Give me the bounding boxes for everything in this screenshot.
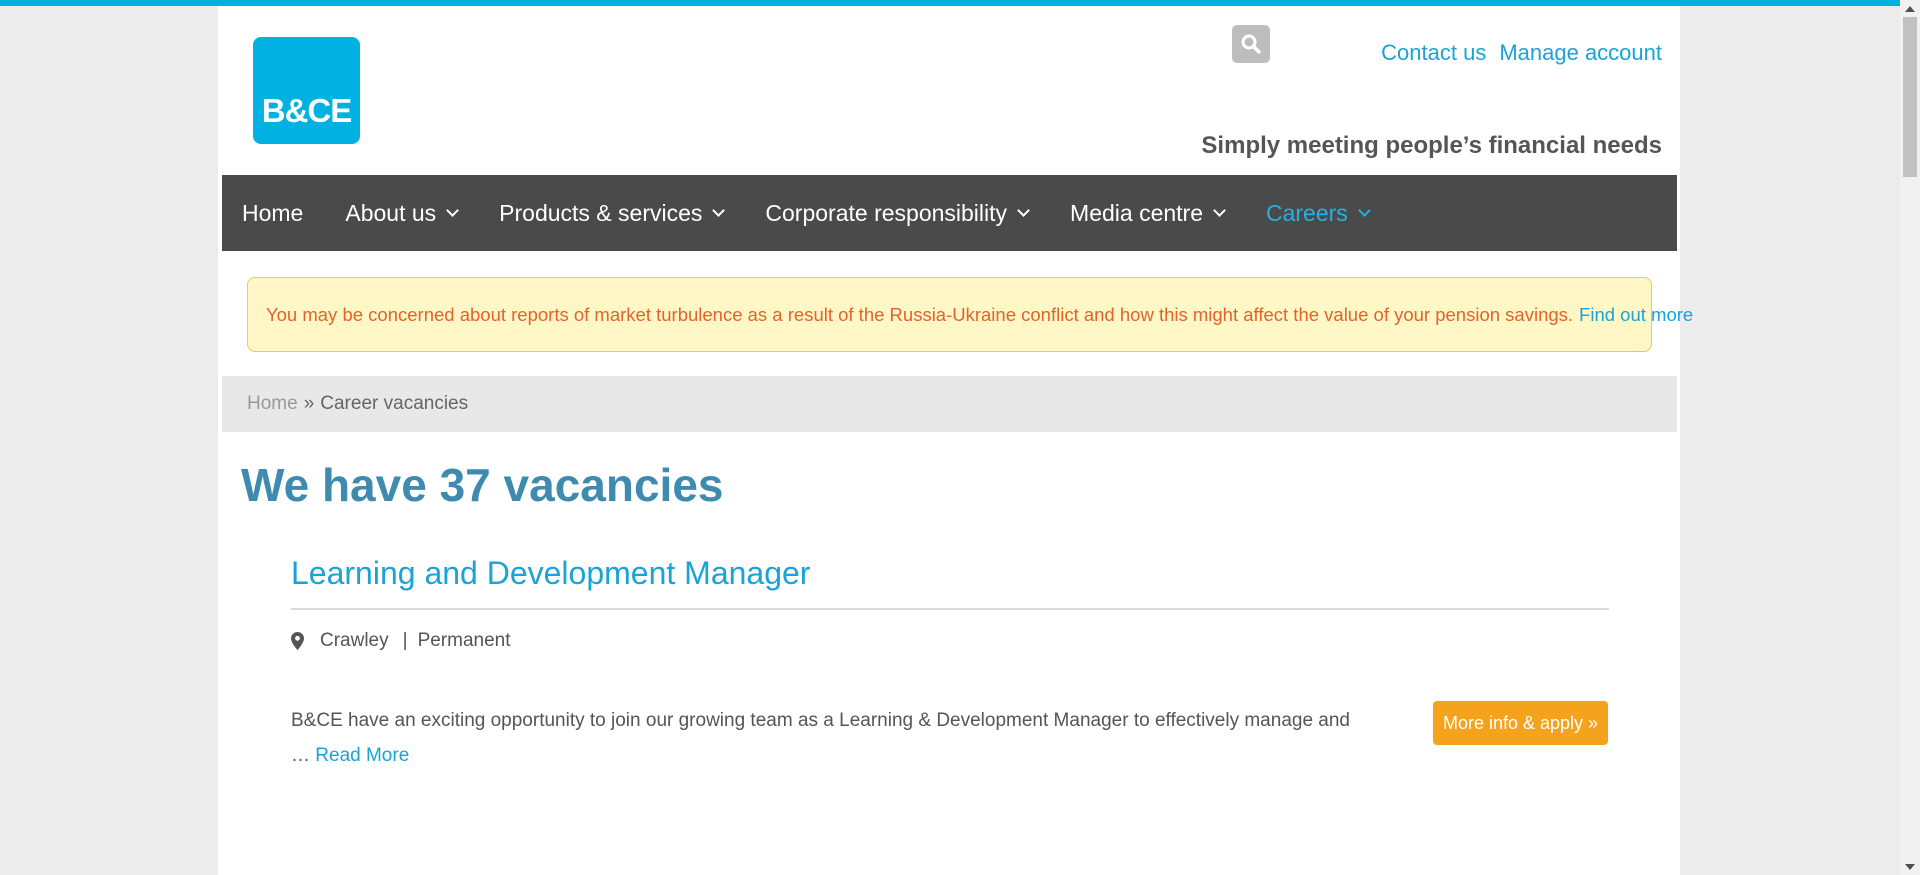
vertical-scrollbar[interactable] xyxy=(1900,0,1920,875)
chevron-down-icon xyxy=(1357,204,1371,217)
vacancy-description-text: B&CE have an exciting opportunity to joi… xyxy=(291,710,1350,731)
bce-logo[interactable]: B&CE xyxy=(253,37,360,144)
scroll-down-arrow[interactable] xyxy=(1900,858,1920,875)
breadcrumb-separator: » xyxy=(303,393,315,414)
nav-item-label: About us xyxy=(345,199,437,226)
scrollbar-thumb[interactable] xyxy=(1903,17,1917,177)
scroll-up-arrow[interactable] xyxy=(1900,0,1920,17)
read-more-link[interactable]: Read More xyxy=(315,745,409,766)
alert-message: You may be concerned about reports of ma… xyxy=(266,303,1574,325)
nav-item-careers[interactable]: Careers xyxy=(1266,199,1371,227)
vacancy-description: B&CE have an exciting opportunity to joi… xyxy=(291,703,1351,773)
market-alert-banner: You may be concerned about reports of ma… xyxy=(247,277,1693,352)
breadcrumb-current: Career vacancies xyxy=(320,393,469,414)
find-out-more-link[interactable]: Find out more xyxy=(1579,304,1693,326)
ellipsis: … xyxy=(291,745,310,766)
meta-separator: | xyxy=(402,630,408,651)
location-pin-icon xyxy=(291,632,304,650)
vacancy-type: Permanent xyxy=(417,630,511,651)
page-title: We have 37 vacancies xyxy=(241,459,724,511)
breadcrumb: Home » Career vacancies xyxy=(222,376,1677,432)
contact-us-link[interactable]: Contact us xyxy=(1381,40,1486,66)
vacancy-meta: Crawley | Permanent xyxy=(291,630,511,652)
divider xyxy=(291,608,1609,610)
nav-item-corporate-responsibility[interactable]: Corporate responsibility xyxy=(765,199,1030,227)
chevron-down-icon xyxy=(1213,204,1226,217)
header-links: Contact us Manage account xyxy=(1381,40,1662,66)
nav-item-label: Media centre xyxy=(1070,199,1203,226)
search-button[interactable] xyxy=(1232,25,1270,63)
page-container: B&CE Contact us Manage account Simply me… xyxy=(218,6,1693,875)
nav-item-label: Products & services xyxy=(499,199,703,226)
chevron-down-icon xyxy=(446,204,460,217)
nav-item-home[interactable]: Home xyxy=(242,200,303,227)
nav-item-about-us[interactable]: About us xyxy=(345,199,460,227)
main-nav: Home About us Products & services Corpor… xyxy=(222,175,1677,251)
search-icon xyxy=(1241,34,1261,54)
chevron-down-icon xyxy=(712,204,726,217)
more-info-apply-button[interactable]: More info & apply » xyxy=(1433,701,1608,745)
vacancy-location: Crawley xyxy=(320,630,389,651)
nav-item-products-services[interactable]: Products & services xyxy=(499,199,726,227)
nav-item-media-centre[interactable]: Media centre xyxy=(1070,199,1226,227)
nav-item-label: Corporate responsibility xyxy=(765,199,1008,226)
vacancy-title-link[interactable]: Learning and Development Manager xyxy=(291,555,810,592)
manage-account-link[interactable]: Manage account xyxy=(1499,40,1662,66)
nav-item-label: Careers xyxy=(1266,199,1348,226)
logo-text: B&CE xyxy=(261,92,353,129)
nav-item-label: Home xyxy=(242,199,304,226)
tagline: Simply meeting people’s financial needs xyxy=(1201,132,1662,159)
chevron-down-icon xyxy=(1017,204,1030,217)
breadcrumb-home-link[interactable]: Home xyxy=(247,393,298,415)
